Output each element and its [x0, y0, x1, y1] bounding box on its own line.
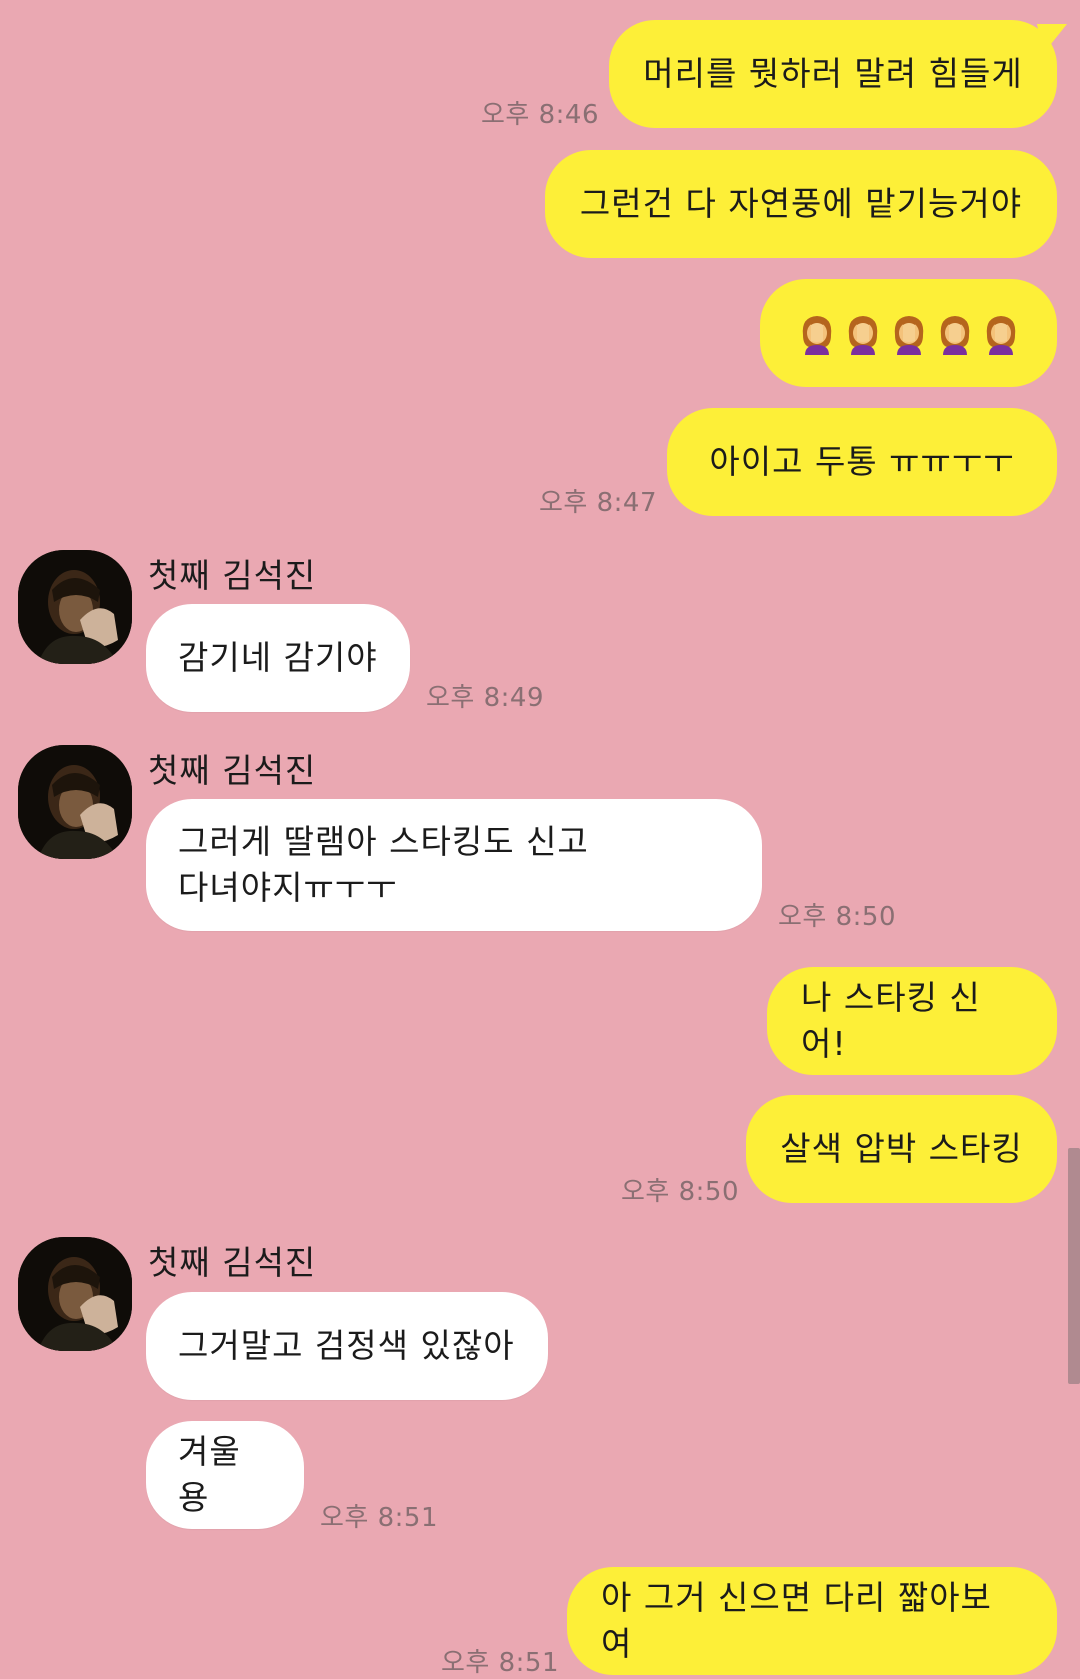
my-message-bubble[interactable]: 나 스타킹 신어! — [767, 967, 1057, 1075]
sender-name: 첫째 김석진 — [148, 751, 317, 790]
scrollbar-thumb[interactable] — [1068, 1148, 1080, 1384]
their-message-bubble[interactable]: 그거말고 검정색 있잖아 — [146, 1292, 548, 1400]
sender-avatar[interactable] — [18, 550, 132, 664]
message-text: 겨울용 — [178, 1432, 241, 1517]
my-message-bubble[interactable]: 살색 압박 스타킹 — [746, 1095, 1057, 1203]
sender-avatar[interactable] — [18, 1237, 132, 1351]
profile-photo-icon — [18, 1237, 132, 1351]
message-time: 오후 8:49 — [426, 683, 544, 713]
message-time: 오후 8:46 — [481, 100, 599, 130]
message-time: 오후 8:50 — [778, 902, 896, 932]
message-text: 살색 압박 스타킹 — [780, 1129, 1023, 1168]
message-text: 머리를 뭣하러 말려 힘들게 — [643, 54, 1023, 93]
emoji-row — [797, 311, 1021, 355]
message-text: 나 스타킹 신어! — [801, 978, 981, 1063]
woman-facepalming-icon — [802, 316, 831, 355]
bubble-tail — [1037, 24, 1067, 54]
sender-name: 첫째 김석진 — [148, 556, 317, 595]
message-text: 감기네 감기야 — [178, 638, 378, 677]
woman-facepalming-icon — [848, 316, 877, 355]
their-message-bubble[interactable]: 겨울용 — [146, 1421, 304, 1529]
profile-photo-icon — [18, 550, 132, 664]
message-time: 오후 8:47 — [539, 488, 657, 518]
my-message-bubble[interactable]: 아 그거 신으면 다리 짧아보여 — [567, 1567, 1057, 1675]
their-message-bubble[interactable]: 감기네 감기야 — [146, 604, 410, 712]
woman-facepalming-icon — [894, 316, 923, 355]
message-text: 그거말고 검정색 있잖아 — [178, 1326, 515, 1365]
my-message-bubble[interactable]: 그런건 다 자연풍에 맡기능거야 — [545, 150, 1057, 258]
message-time: 오후 8:50 — [621, 1177, 739, 1207]
my-emoji-bubble[interactable] — [760, 279, 1057, 387]
woman-facepalming-icon — [940, 316, 969, 355]
chat-area[interactable]: 머리를 뭣하러 말려 힘들게 오후 8:46 그런건 다 자연풍에 맡기능거야 — [0, 0, 1080, 1678]
sender-name: 첫째 김석진 — [148, 1243, 317, 1282]
their-message-bubble[interactable]: 그러게 딸램아 스타킹도 신고 다녀야지ㅠㅜㅜ — [146, 799, 762, 931]
my-message-bubble[interactable]: 머리를 뭣하러 말려 힘들게 — [609, 20, 1057, 128]
message-text: 그런건 다 자연풍에 맡기능거야 — [579, 184, 1023, 223]
message-text-line-2: 다녀야지ㅠㅜㅜ — [178, 868, 398, 907]
message-time: 오후 8:51 — [320, 1503, 438, 1533]
message-text: 아이고 두통 ㅠㅠㅜㅜ — [709, 442, 1015, 481]
my-message-bubble[interactable]: 아이고 두통 ㅠㅠㅜㅜ — [667, 408, 1057, 516]
profile-photo-icon — [18, 745, 132, 859]
woman-facepalming-icon — [986, 316, 1015, 355]
sender-avatar[interactable] — [18, 745, 132, 859]
message-text-line-1: 그러게 딸램아 스타킹도 신고 — [178, 822, 589, 861]
message-time: 오후 8:51 — [441, 1648, 559, 1678]
message-text: 아 그거 신으면 다리 짧아보여 — [601, 1578, 992, 1663]
